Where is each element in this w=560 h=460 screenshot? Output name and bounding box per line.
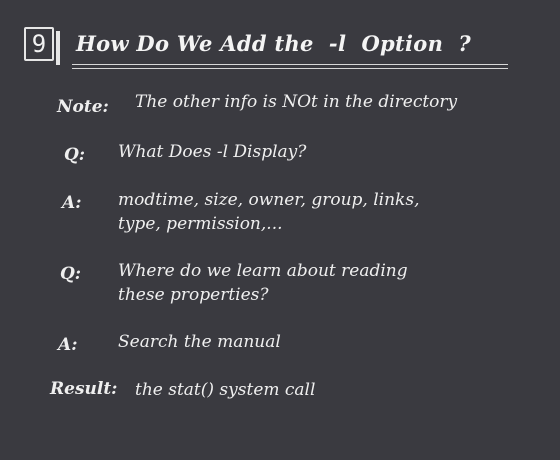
note-text: The other info is NOt in the directory xyxy=(135,92,458,112)
answer-1-label: A: xyxy=(62,193,82,213)
result-text: the stat() system call xyxy=(135,380,316,400)
answer-2-text: Search the manual xyxy=(118,332,281,352)
note-label: Note: xyxy=(57,97,109,117)
answer-1-line-2: type, permission,... xyxy=(118,214,283,234)
slide-title: How Do We Add the -l Option ? xyxy=(76,31,472,56)
result-label: Result: xyxy=(50,379,118,399)
question-1-label: Q: xyxy=(64,145,86,165)
question-2-line-2: these properties? xyxy=(118,285,269,305)
question-2-line-1: Where do we learn about reading xyxy=(118,261,408,281)
answer-2-label: A: xyxy=(58,335,78,355)
title-underline-second xyxy=(72,68,508,69)
slide-number: 9 xyxy=(31,30,47,58)
title-underline xyxy=(72,64,508,65)
answer-1-line-1: modtime, size, owner, group, links, xyxy=(118,190,420,210)
question-2-label: Q: xyxy=(60,264,82,284)
slide-number-badge: 9 xyxy=(24,27,60,65)
question-1-text: What Does -l Display? xyxy=(118,142,307,162)
